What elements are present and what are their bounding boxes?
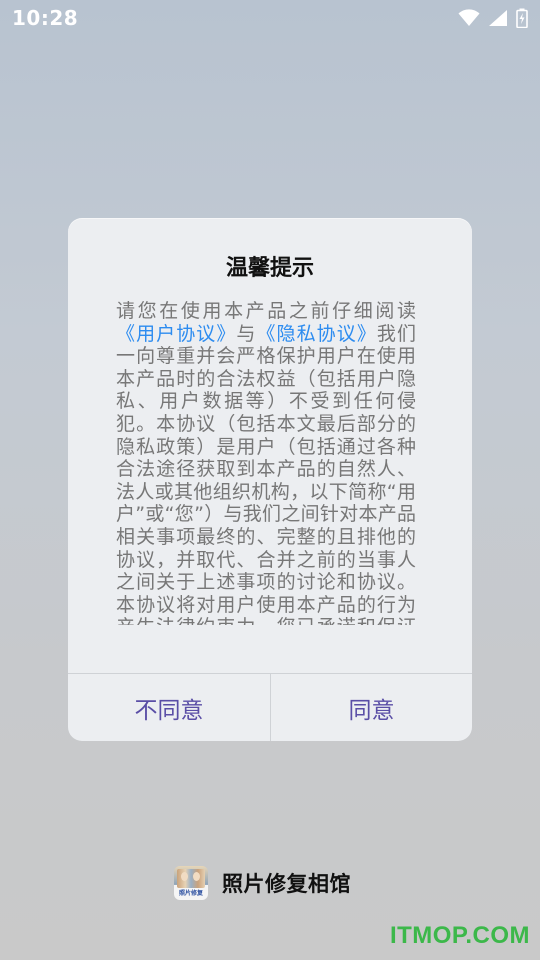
dialog-title: 温馨提示 <box>225 256 314 281</box>
wifi-icon <box>458 9 480 27</box>
dialog-body[interactable]: 请您在使用本产品之前仔细阅读《用户协议》与《隐私协议》我们一向尊重并会严格保护用… <box>116 300 416 625</box>
cellular-signal-icon <box>488 9 508 27</box>
battery-charging-icon <box>516 8 528 28</box>
app-logo-caption: 照片修复 <box>178 890 203 897</box>
status-bar: 10:28 <box>0 0 540 36</box>
status-time: 10:28 <box>12 6 79 30</box>
body-intro: 请您在使用本产品之前仔细阅读 <box>116 300 416 322</box>
site-watermark: ITMOP.COM <box>389 922 530 949</box>
disagree-button[interactable]: 不同意 <box>68 674 270 741</box>
app-logo: 照片修复 <box>174 866 208 900</box>
status-icons <box>458 6 528 30</box>
body-conjunction: 与 <box>236 322 257 345</box>
app-branding: 照片修复 照片修复相馆 <box>174 866 351 900</box>
user-agreement-link[interactable]: 《用户协议》 <box>116 323 236 345</box>
privacy-policy-link[interactable]: 《隐私协议》 <box>256 323 376 345</box>
agree-button[interactable]: 同意 <box>271 674 472 741</box>
app-name: 照片修复相馆 <box>222 872 351 896</box>
body-text: 我们一向尊重并会严格保护用户在使用本产品时的合法权益（包括用户隐私、用户数据等）… <box>116 322 416 625</box>
privacy-dialog: 温馨提示 请您在使用本产品之前仔细阅读《用户协议》与《隐私协议》我们一向尊重并会… <box>68 218 472 741</box>
